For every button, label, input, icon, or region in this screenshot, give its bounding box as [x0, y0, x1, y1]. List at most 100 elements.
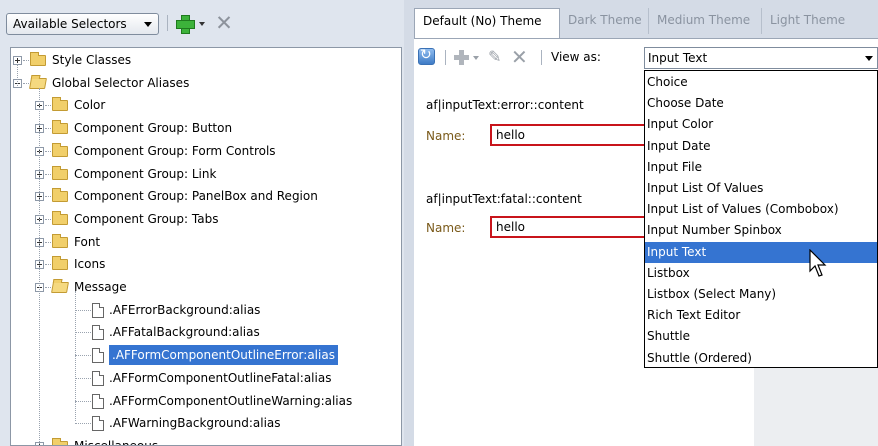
tree-item[interactable]: .AFFormComponentOutlineFatal:alias — [11, 368, 401, 388]
tree-connector — [45, 105, 51, 107]
tree-item[interactable]: Message — [11, 277, 401, 297]
available-selectors-dropdown[interactable]: Available Selectors — [6, 13, 159, 35]
preview-toolbar: ✎ ✕ View as: Input Text — [414, 38, 878, 74]
dropdown-option[interactable]: Input File — [645, 157, 877, 178]
tree-item[interactable]: .AFWarningBackground:alias — [11, 413, 401, 433]
dropdown-option[interactable]: Input Date — [645, 136, 877, 157]
tree-item[interactable]: .AFFormComponentOutlineError:alias — [11, 344, 401, 367]
selector-panel: Available Selectors ✕ Style Classes Globa… — [0, 0, 404, 446]
tree-item[interactable]: Style Classes — [11, 50, 401, 70]
pencil-icon[interactable]: ✎ — [488, 48, 506, 66]
tree-connector — [45, 218, 51, 220]
toolbar-separator — [541, 50, 542, 65]
dropdown-option[interactable]: Rich Text Editor — [645, 305, 877, 326]
dropdown-option[interactable]: Choose Date — [645, 93, 877, 114]
tree-connector — [75, 355, 91, 357]
tab-light-theme[interactable]: Light Theme — [762, 8, 878, 34]
add-menu-arrow-icon[interactable] — [199, 22, 205, 26]
tree-item[interactable]: Component Group: Link — [11, 164, 401, 184]
tab-medium-theme[interactable]: Medium Theme — [649, 8, 762, 34]
dropdown-option[interactable]: Input List of Values (Combobox) — [645, 199, 877, 220]
toolbar-separator — [167, 15, 168, 31]
file-icon — [92, 393, 104, 409]
pane-splitter[interactable] — [404, 0, 414, 446]
tree-item[interactable]: Global Selector Aliases — [11, 73, 401, 93]
dropdown-option[interactable]: Input Color — [645, 114, 877, 135]
tree-item-label: Message — [74, 280, 127, 294]
tree-item-label: Component Group: Tabs — [74, 211, 219, 226]
folder-icon — [30, 52, 46, 66]
tree-item-label: Icons — [74, 257, 106, 272]
tree-item-label: Component Group: PanelBox and Region — [74, 189, 318, 204]
tree-item[interactable]: Color — [11, 95, 401, 115]
dropdown-option[interactable]: Input List Of Values — [645, 178, 877, 199]
dropdown-option[interactable]: Input Text — [645, 241, 877, 263]
tree-item[interactable]: Font — [11, 232, 401, 252]
folder-icon — [52, 256, 68, 271]
input-value: hello — [496, 128, 525, 142]
tree-connector — [45, 287, 51, 288]
tree-item[interactable]: Miscellaneous — [11, 436, 401, 446]
tree-item[interactable]: .AFFatalBackground:alias — [11, 322, 401, 342]
dropdown-option[interactable]: Listbox — [645, 263, 877, 284]
field-label: Name: — [426, 221, 465, 235]
tab-dark-theme[interactable]: Dark Theme — [560, 8, 649, 34]
tree-connector — [39, 88, 40, 444]
view-as-dropdown-list[interactable]: Choice Choose Date Input Color Input Date In… — [644, 70, 878, 368]
chevron-down-icon — [865, 56, 873, 61]
field-label-text: Name: — [426, 221, 466, 235]
error-name-input[interactable]: hello — [490, 124, 650, 146]
file-icon — [92, 416, 104, 432]
tab-label: Default (No) Theme — [423, 14, 542, 28]
tree-item-label: Style Classes — [52, 53, 132, 67]
refresh-icon[interactable] — [418, 47, 435, 65]
tree-item[interactable]: Component Group: Button — [11, 118, 401, 138]
tree-connector — [45, 150, 51, 152]
dropdown-option[interactable]: Listbox (Select Many) — [645, 284, 877, 305]
mouse-cursor-icon — [809, 249, 827, 277]
tree-item[interactable]: Icons — [11, 254, 401, 274]
delete-icon[interactable]: ✕ — [215, 13, 233, 34]
tree-item[interactable]: .AFFormComponentOutlineWarning:alias — [11, 391, 401, 411]
tree-connector — [45, 264, 51, 266]
dropdown-option[interactable]: Shuttle (Ordered) — [645, 348, 877, 369]
input-value: hello — [496, 220, 525, 234]
add-icon[interactable] — [454, 50, 469, 65]
add-icon[interactable] — [176, 15, 195, 34]
tree-item[interactable]: Component Group: Tabs — [11, 209, 401, 229]
selector-toolbar: Available Selectors ✕ — [0, 0, 404, 46]
view-as-select[interactable]: Input Text — [644, 47, 878, 69]
tree-connector — [75, 291, 76, 421]
tree-item-label: .AFFormComponentOutlineWarning:alias — [109, 393, 353, 408]
tree-item[interactable]: Component Group: Form Controls — [11, 141, 401, 161]
tree-item[interactable]: .AFErrorBackground:alias — [11, 300, 401, 320]
folder-icon — [52, 188, 68, 203]
view-as-value: Input Text — [648, 51, 708, 65]
selector-name: af|inputText:fatal::content — [426, 192, 582, 206]
tree-connector — [75, 332, 91, 334]
dropdown-option[interactable]: Shuttle — [645, 326, 877, 347]
tree-item-label: Component Group: Link — [74, 166, 217, 181]
add-menu-arrow-icon[interactable] — [473, 56, 479, 60]
chevron-down-icon — [144, 22, 152, 27]
view-as-label: View as: — [551, 50, 601, 64]
tree-item-label: Global Selector Aliases — [52, 75, 190, 90]
folder-icon — [52, 142, 68, 157]
selector-tree[interactable]: Style Classes Global Selector Aliases Colo… — [10, 47, 402, 446]
tree-item-label: Miscellaneous — [74, 438, 159, 446]
tree-connector — [45, 128, 51, 130]
tree-connector — [23, 82, 29, 84]
tab-default-theme[interactable]: Default (No) Theme — [414, 8, 560, 38]
toolbar-separator — [445, 50, 446, 65]
tree-item[interactable]: Component Group: PanelBox and Region — [11, 186, 401, 206]
file-icon — [92, 348, 104, 364]
dropdown-option[interactable]: Choice — [645, 72, 877, 93]
folder-open-icon — [51, 282, 69, 293]
tree-item-label: Component Group: Form Controls — [74, 143, 276, 158]
theme-tabbar: Default (No) Theme Dark Theme Medium The… — [414, 0, 878, 38]
field-label-text: Name: — [426, 129, 466, 143]
tree-connector — [75, 377, 91, 379]
delete-icon[interactable]: ✕ — [511, 47, 529, 67]
fatal-name-input[interactable]: hello — [490, 216, 650, 238]
dropdown-option[interactable]: Input Number Spinbox — [645, 220, 877, 241]
